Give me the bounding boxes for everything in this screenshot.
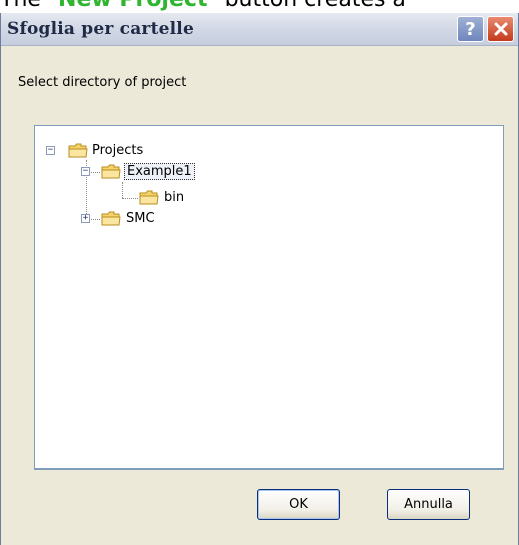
folder-tree[interactable]: − Projects − Example1 bin + SMC <box>34 125 504 470</box>
document-text-highlight: New Project <box>58 0 207 12</box>
tree-item-label: Projects <box>92 143 144 158</box>
document-text-prefix: The " <box>0 0 58 12</box>
close-button[interactable] <box>487 16 514 42</box>
document-text: The "New Project" button creates a <box>0 0 519 13</box>
cancel-button[interactable]: Annulla <box>387 489 470 520</box>
title-bar[interactable]: Sfoglia per cartelle ? <box>1 13 518 46</box>
collapse-icon[interactable]: − <box>81 167 90 176</box>
document-text-suffix: " button creates a <box>207 0 405 12</box>
folder-icon <box>101 211 121 226</box>
tree-item-smc[interactable]: + SMC <box>35 210 285 228</box>
close-icon <box>494 22 507 36</box>
ok-button[interactable]: OK <box>257 489 340 520</box>
tree-item-projects[interactable]: − Projects <box>35 142 235 160</box>
tree-item-label: Example1 <box>124 163 195 180</box>
folder-open-icon <box>68 143 88 158</box>
dialog-title: Sfoglia per cartelle <box>7 19 194 39</box>
tree-item-bin[interactable]: bin <box>35 189 285 207</box>
tree-item-label: bin <box>164 190 185 205</box>
browse-folder-dialog: Sfoglia per cartelle ? Select directory … <box>0 13 519 545</box>
tree-item-example1[interactable]: − Example1 <box>35 163 285 181</box>
folder-open-icon <box>101 164 121 179</box>
expand-icon[interactable]: + <box>81 214 90 223</box>
folder-icon <box>139 190 159 205</box>
tree-item-label: SMC <box>126 211 155 226</box>
collapse-icon[interactable]: − <box>46 146 55 155</box>
help-button[interactable]: ? <box>457 16 484 42</box>
prompt-text: Select directory of project <box>18 75 187 90</box>
